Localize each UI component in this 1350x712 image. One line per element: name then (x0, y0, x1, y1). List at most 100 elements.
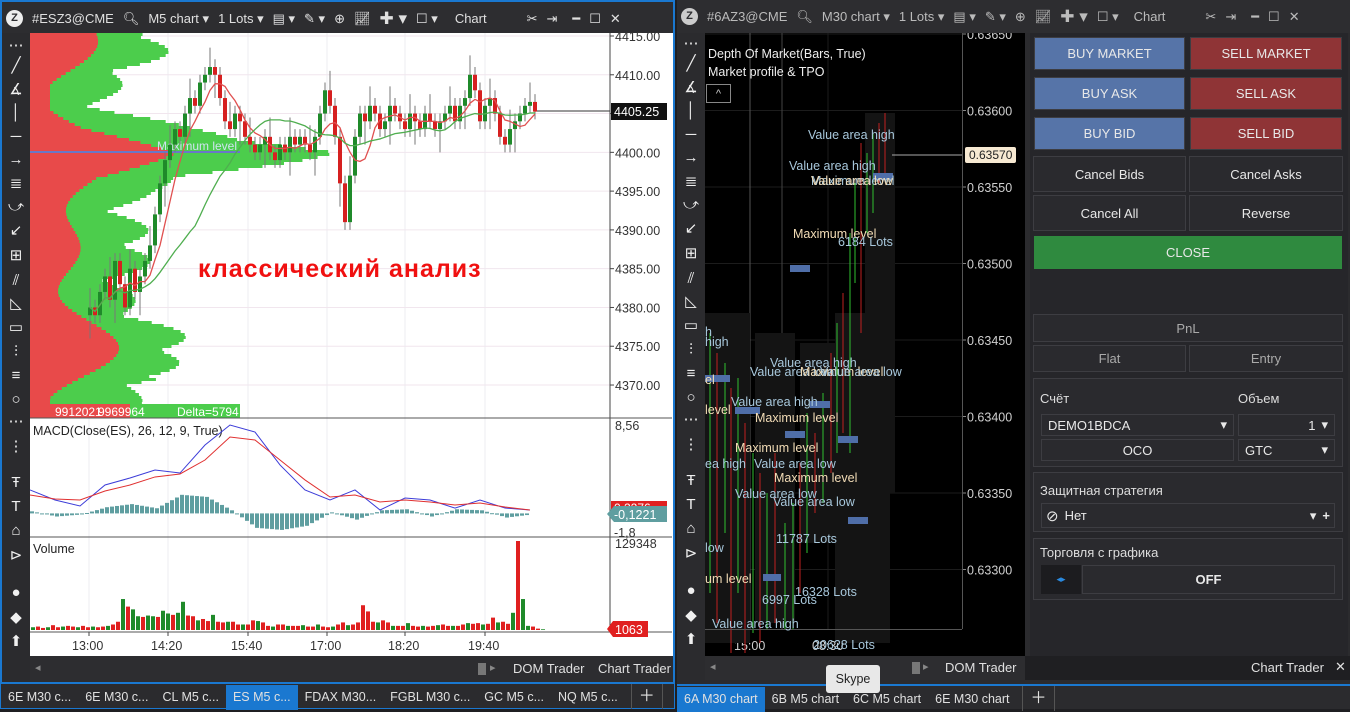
chart-trader-link[interactable]: Chart Trader (598, 661, 671, 676)
search-icon[interactable]: 🔍︎ (796, 9, 813, 25)
pencil-icon[interactable]: ✎ ▾ (985, 9, 1006, 25)
horizontal-scrollbar[interactable] (478, 663, 486, 675)
line-icon[interactable]: ╱ (677, 55, 705, 73)
sell-market-button[interactable]: SELL MARKET (1190, 37, 1342, 70)
tif-dropdown[interactable]: GTC ▾ (1238, 439, 1335, 461)
crosshair-icon[interactable]: ✚ ▾ (1060, 7, 1088, 27)
volume-bar (356, 622, 360, 630)
curve-icon[interactable]: ⤻ (677, 196, 705, 214)
close-chart-trader-icon[interactable]: ✕ (1335, 659, 1346, 675)
macd-histogram-bar (160, 505, 164, 514)
scroll-left-arrow[interactable]: ◂ (710, 660, 716, 673)
display-icon[interactable]: ▤ ▾ (953, 9, 975, 25)
buy-bid-button[interactable]: BUY BID (1034, 117, 1185, 150)
add-strategy-icon[interactable]: + (1322, 508, 1330, 523)
volume-bar (71, 626, 75, 630)
chart-trader-tab[interactable]: Chart Trader ✕ (1025, 656, 1350, 680)
chart-tab[interactable]: FGBL M30 c... (383, 685, 477, 710)
strategy-label: Защитная стратегия (1040, 483, 1163, 498)
dom-trader-link[interactable]: DOM Trader (513, 661, 585, 676)
account-dropdown[interactable]: DEMO1BDCA ▾ (1041, 414, 1234, 436)
diamond-icon[interactable]: ◆ (677, 607, 705, 625)
chart-trading-toggle[interactable]: OFF (1082, 565, 1335, 594)
pin-icon[interactable]: ⇥ (1225, 9, 1236, 25)
text-lock-icon[interactable]: Ŧ (677, 472, 705, 490)
scroll-left-arrow[interactable]: ◂ (35, 661, 41, 674)
triangle-icon[interactable]: ◺ (677, 293, 705, 311)
candle-body (153, 214, 157, 246)
template-icon[interactable]: ☐ ▾ (1097, 9, 1119, 25)
horizontal-line-icon[interactable]: ─ (677, 126, 705, 144)
chart-tab[interactable]: 6A M30 chart (677, 687, 765, 712)
cancel-bids-button[interactable]: Cancel Bids (1033, 156, 1186, 192)
buy-market-button[interactable]: BUY MARKET (1034, 37, 1185, 70)
levels-icon[interactable]: ≡ (677, 365, 705, 383)
gann-icon[interactable]: ⫶ (677, 341, 705, 359)
chart-tab[interactable]: ES M5 c... (225, 685, 298, 710)
chart-tab[interactable]: 6E M30 c... (1, 685, 78, 710)
dot-icon[interactable]: ● (677, 582, 705, 600)
macd-histogram-bar (70, 513, 74, 516)
circle-icon[interactable]: ○ (677, 389, 705, 407)
chart-tab[interactable]: 6E M30 c... (78, 685, 155, 710)
chart-trader-link[interactable]: Chart Trader (1251, 660, 1324, 675)
chart-trading-arrows-icon[interactable]: ◂▸ (1041, 565, 1081, 594)
dots-icon[interactable]: ⋯ (677, 35, 705, 53)
add-tab-button[interactable]: ＋ (1022, 686, 1055, 711)
indicator-icon[interactable]: 📈︎ (1035, 9, 1052, 25)
cancel-all-button[interactable]: Cancel All (1033, 195, 1186, 231)
profile-level-marker (785, 431, 805, 438)
scroll-right-arrow[interactable]: ▸ (923, 660, 929, 673)
chart-tab[interactable]: GC M5 c... (477, 685, 551, 710)
buy-ask-button[interactable]: BUY ASK (1034, 77, 1185, 110)
sell-ask-button[interactable]: SELL ASK (1190, 77, 1342, 110)
fibonacci-icon[interactable]: ≣ (677, 173, 705, 191)
vertical-line-icon[interactable]: │ (677, 102, 705, 120)
ruler-icon[interactable]: ⊞ (677, 245, 705, 263)
lots-dropdown[interactable]: 1 Lots ▾ (899, 9, 945, 25)
chart-mode-label[interactable]: Chart (1134, 9, 1166, 24)
reverse-button[interactable]: Reverse (1189, 195, 1343, 231)
candle-body (478, 90, 482, 122)
zoom-icon[interactable]: ⊕ (1015, 9, 1026, 25)
rectangle-icon[interactable]: ▭ (677, 317, 705, 335)
chart-tab[interactable]: FDAX M30... (298, 685, 384, 710)
angle-icon[interactable]: ∡ (677, 79, 705, 97)
chart-tab[interactable]: CL M5 c... (155, 685, 226, 710)
strategy-dropdown[interactable]: ⊘ Нет ▾ + (1041, 503, 1335, 528)
price-label-icon[interactable]: ⌂ (677, 520, 705, 538)
up-arrow-icon[interactable]: ⬆ (677, 631, 705, 649)
dom-trader-link[interactable]: DOM Trader (945, 660, 1017, 675)
timeframe-dropdown[interactable]: M30 chart ▾ (822, 9, 890, 25)
oco-button[interactable]: OCO (1041, 439, 1234, 461)
grip-icon[interactable]: ⋮ (677, 436, 705, 454)
separator-icon[interactable]: ⋯ (677, 411, 705, 429)
text-icon[interactable]: T (677, 496, 705, 514)
channel-icon[interactable]: ⫽ (677, 270, 705, 288)
chart-trader-panel: BUY MARKET SELL MARKET BUY ASK SELL ASK … (1030, 33, 1348, 656)
symbol-selector[interactable]: #6AZ3@CME (707, 9, 787, 24)
horizontal-scrollbar[interactable] (912, 662, 920, 674)
sell-bid-button[interactable]: SELL BID (1190, 117, 1342, 150)
pnl-display: PnL (1033, 314, 1343, 342)
pitchfork-icon[interactable]: ↙ (677, 220, 705, 238)
close-icon[interactable]: ✕ (1289, 9, 1300, 25)
chart-tab[interactable]: 6E M30 chart (928, 687, 1016, 712)
right-price-chart[interactable]: 0.63650 0.63600 0.63550 0.63500 0.63450 0.634… (705, 33, 1025, 656)
volume-dropdown[interactable]: 1 ▾ (1238, 414, 1335, 436)
scroll-right-arrow[interactable]: ▸ (490, 661, 496, 674)
chart-tab[interactable]: NQ M5 c... (551, 685, 625, 710)
add-tab-button[interactable]: ＋ (630, 684, 663, 709)
collapse-indicators-button[interactable]: ^ (706, 84, 731, 103)
close-position-button[interactable]: CLOSE (1034, 236, 1342, 269)
tag-icon[interactable]: ⊳ (677, 545, 705, 563)
macd-histogram-bar (330, 512, 334, 514)
cancel-asks-button[interactable]: Cancel Asks (1189, 156, 1343, 192)
maximize-icon[interactable]: ☐ (1268, 9, 1280, 25)
arrow-icon[interactable]: → (677, 149, 705, 167)
minimize-icon[interactable]: ━ (1251, 9, 1259, 25)
left-price-chart[interactable]: Maximum levelклассический анализ99120219… (0, 0, 675, 684)
price-axis[interactable] (962, 33, 1025, 629)
chevron-down-icon[interactable]: ▾ (1310, 508, 1317, 524)
tools-icon[interactable]: ✂ (1205, 9, 1216, 25)
